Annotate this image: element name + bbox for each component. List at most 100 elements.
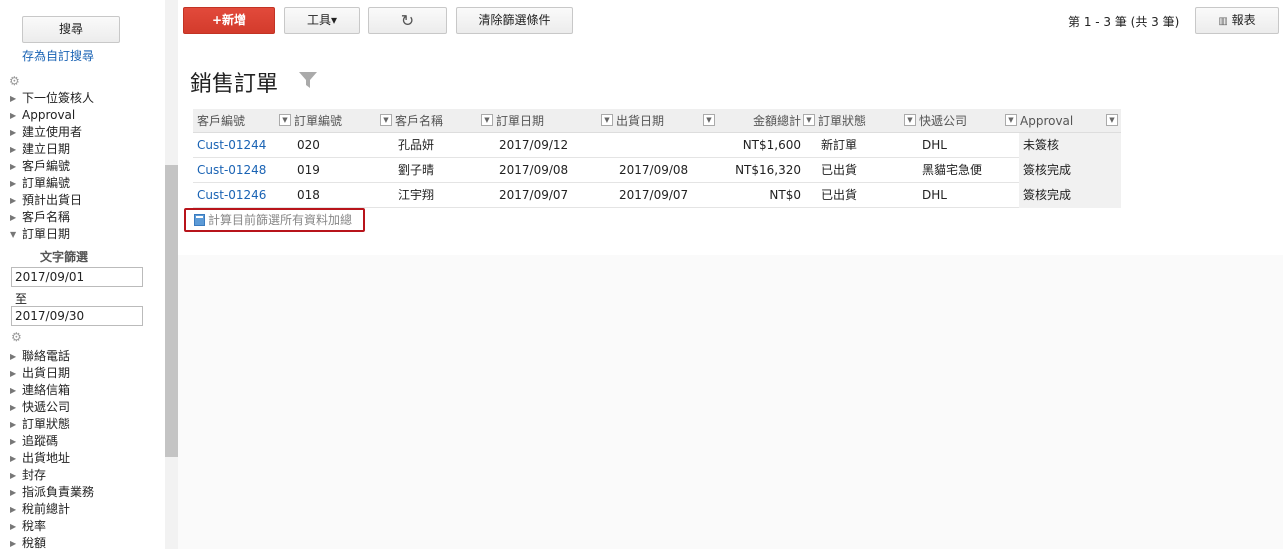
sidebar-field-order-date[interactable]: ▼ 訂單日期 xyxy=(10,226,160,243)
chevron-right-icon: ▶ xyxy=(10,454,17,463)
column-header[interactable]: 快遞公司 xyxy=(919,109,967,133)
filter-funnel-icon[interactable] xyxy=(298,71,318,89)
table-row[interactable]: Cust-01248 019 劉子晴 2017/09/08 2017/09/08… xyxy=(193,158,1121,183)
column-menu-icon[interactable]: ▼ xyxy=(1106,114,1118,126)
total-amount: NT$1,600 xyxy=(742,138,801,152)
column-menu-icon[interactable]: ▼ xyxy=(481,114,493,126)
sidebar-field[interactable]: ▶ 預計出貨日 xyxy=(10,192,160,209)
sidebar-field[interactable]: ▶ 建立使用者 xyxy=(10,124,160,141)
chevron-right-icon: ▶ xyxy=(10,111,17,120)
sidebar-field[interactable]: ▶ 連絡信箱 xyxy=(10,382,160,399)
chevron-right-icon: ▶ xyxy=(10,522,17,531)
chevron-right-icon: ▶ xyxy=(10,539,17,548)
column-header[interactable]: 訂單編號 xyxy=(294,109,342,133)
sidebar-field[interactable]: ▶ 出貨日期 xyxy=(10,365,160,382)
order-date: 2017/09/12 xyxy=(499,138,569,152)
report-button[interactable]: ▥ 報表 xyxy=(1195,7,1279,34)
calculate-totals-link[interactable]: 計算目前篩選所有資料加總 xyxy=(184,208,365,232)
customer-id-link[interactable]: Cust-01244 xyxy=(197,133,266,158)
sidebar-field[interactable]: ▶ 聯絡電話 xyxy=(10,348,160,365)
order-status: 已出貨 xyxy=(821,163,858,177)
filter-active-icon[interactable]: ▼ xyxy=(601,114,613,126)
calculator-icon xyxy=(194,214,205,226)
column-header[interactable]: 訂單狀態 xyxy=(818,109,866,133)
chevron-right-icon: ▶ xyxy=(10,128,17,137)
approval-status: 簽核完成 xyxy=(1023,163,1072,177)
ship-date: 2017/09/07 xyxy=(619,188,689,202)
chevron-right-icon: ▶ xyxy=(10,386,17,395)
sidebar-field[interactable]: ▶ 出貨地址 xyxy=(10,450,160,467)
tools-dropdown-button[interactable]: 工具▾ xyxy=(284,7,360,34)
save-custom-search-link[interactable]: 存為自訂搜尋 xyxy=(22,47,94,64)
column-header[interactable]: Approval xyxy=(1020,109,1073,133)
order-status: 新訂單 xyxy=(821,138,858,152)
clear-filters-button[interactable]: 清除篩選條件 xyxy=(456,7,573,34)
order-status: 已出貨 xyxy=(821,188,858,202)
new-button[interactable]: +新增 xyxy=(183,7,275,34)
column-menu-icon[interactable]: ▼ xyxy=(904,114,916,126)
sidebar-field[interactable]: ▶ 稅額 xyxy=(10,535,160,549)
chevron-down-icon: ▼ xyxy=(10,230,17,239)
column-menu-icon[interactable]: ▼ xyxy=(279,114,291,126)
chevron-right-icon: ▶ xyxy=(10,162,17,171)
order-date: 2017/09/08 xyxy=(499,163,569,177)
sidebar-field[interactable]: ▶ 建立日期 xyxy=(10,141,160,158)
gear-icon[interactable]: ⚙ xyxy=(11,331,23,343)
chevron-right-icon: ▶ xyxy=(10,420,17,429)
table-row[interactable]: Cust-01246 018 江宇翔 2017/09/07 2017/09/07… xyxy=(193,183,1121,208)
sidebar-field[interactable]: ▶ 封存 xyxy=(10,467,160,484)
customer-id-link[interactable]: Cust-01248 xyxy=(197,158,266,183)
date-from-input[interactable] xyxy=(11,267,143,287)
orders-table: 客戶編號 ▼ 訂單編號 ▼ 客戶名稱 ▼ 訂單日期 ▼ 出貨日期 ▼ 金額總計 … xyxy=(193,109,1121,208)
chevron-right-icon: ▶ xyxy=(10,94,17,103)
sidebar-field[interactable]: ▶ 客戶編號 xyxy=(10,158,160,175)
chevron-right-icon: ▶ xyxy=(10,369,17,378)
field-list-top: ▶ 下一位簽核人 ▶ Approval ▶ 建立使用者 ▶ 建立日期 ▶ 客戶編號 ▶ 訂單… xyxy=(10,90,160,243)
sidebar: 搜尋 存為自訂搜尋 ⚙ ▶ 下一位簽核人 ▶ Approval ▶ 建立使用者 ▶ 建立… xyxy=(0,0,165,549)
customer-name: 孔品妍 xyxy=(398,138,435,152)
column-header[interactable]: 訂單日期 xyxy=(496,109,544,133)
gear-icon[interactable]: ⚙ xyxy=(9,75,21,87)
refresh-icon[interactable]: ↻ xyxy=(368,7,447,34)
sidebar-field[interactable]: ▶ 稅率 xyxy=(10,518,160,535)
bar-chart-icon: ▥ xyxy=(1218,16,1228,27)
ship-date: 2017/09/08 xyxy=(619,163,689,177)
sidebar-field[interactable]: ▶ Approval xyxy=(10,107,160,124)
pagination-info: 第 1 - 3 筆 (共 3 筆) xyxy=(1068,15,1180,29)
column-menu-icon[interactable]: ▼ xyxy=(703,114,715,126)
order-number: 020 xyxy=(297,138,320,152)
sidebar-field[interactable]: ▶ 客戶名稱 xyxy=(10,209,160,226)
approval-status: 簽核完成 xyxy=(1023,188,1072,202)
customer-name: 江宇翔 xyxy=(398,188,435,202)
sidebar-field[interactable]: ▶ 追蹤碼 xyxy=(10,433,160,450)
date-to-input[interactable] xyxy=(11,306,143,326)
chevron-right-icon: ▶ xyxy=(10,437,17,446)
chevron-right-icon: ▶ xyxy=(10,352,17,361)
page-title: 銷售訂單 xyxy=(190,72,279,97)
customer-name: 劉子晴 xyxy=(398,163,435,177)
sidebar-field[interactable]: ▶ 訂單狀態 xyxy=(10,416,160,433)
content-background xyxy=(178,255,1283,549)
approval-status: 未簽核 xyxy=(1023,138,1060,152)
column-menu-icon[interactable]: ▼ xyxy=(803,114,815,126)
sidebar-field[interactable]: ▶ 下一位簽核人 xyxy=(10,90,160,107)
sidebar-scrollbar-thumb[interactable] xyxy=(165,165,178,457)
courier: 黑貓宅急便 xyxy=(922,163,983,177)
sidebar-field[interactable]: ▶ 快遞公司 xyxy=(10,399,160,416)
table-row[interactable]: Cust-01244 020 孔品妍 2017/09/12 NT$1,600 新… xyxy=(193,133,1121,158)
chevron-right-icon: ▶ xyxy=(10,488,17,497)
column-header[interactable]: 出貨日期 xyxy=(616,109,664,133)
column-menu-icon[interactable]: ▼ xyxy=(380,114,392,126)
chevron-right-icon: ▶ xyxy=(10,505,17,514)
column-header[interactable]: 客戶名稱 xyxy=(395,109,443,133)
chevron-right-icon: ▶ xyxy=(10,179,17,188)
sidebar-field[interactable]: ▶ 指派負責業務 xyxy=(10,484,160,501)
column-header[interactable]: 客戶編號 xyxy=(197,109,245,133)
sidebar-field[interactable]: ▶ 稅前總計 xyxy=(10,501,160,518)
column-menu-icon[interactable]: ▼ xyxy=(1005,114,1017,126)
column-header[interactable]: 金額總計 xyxy=(718,109,801,133)
customer-id-link[interactable]: Cust-01246 xyxy=(197,183,266,208)
sidebar-field[interactable]: ▶ 訂單編號 xyxy=(10,175,160,192)
chevron-right-icon: ▶ xyxy=(10,403,17,412)
search-button[interactable]: 搜尋 xyxy=(22,16,120,43)
